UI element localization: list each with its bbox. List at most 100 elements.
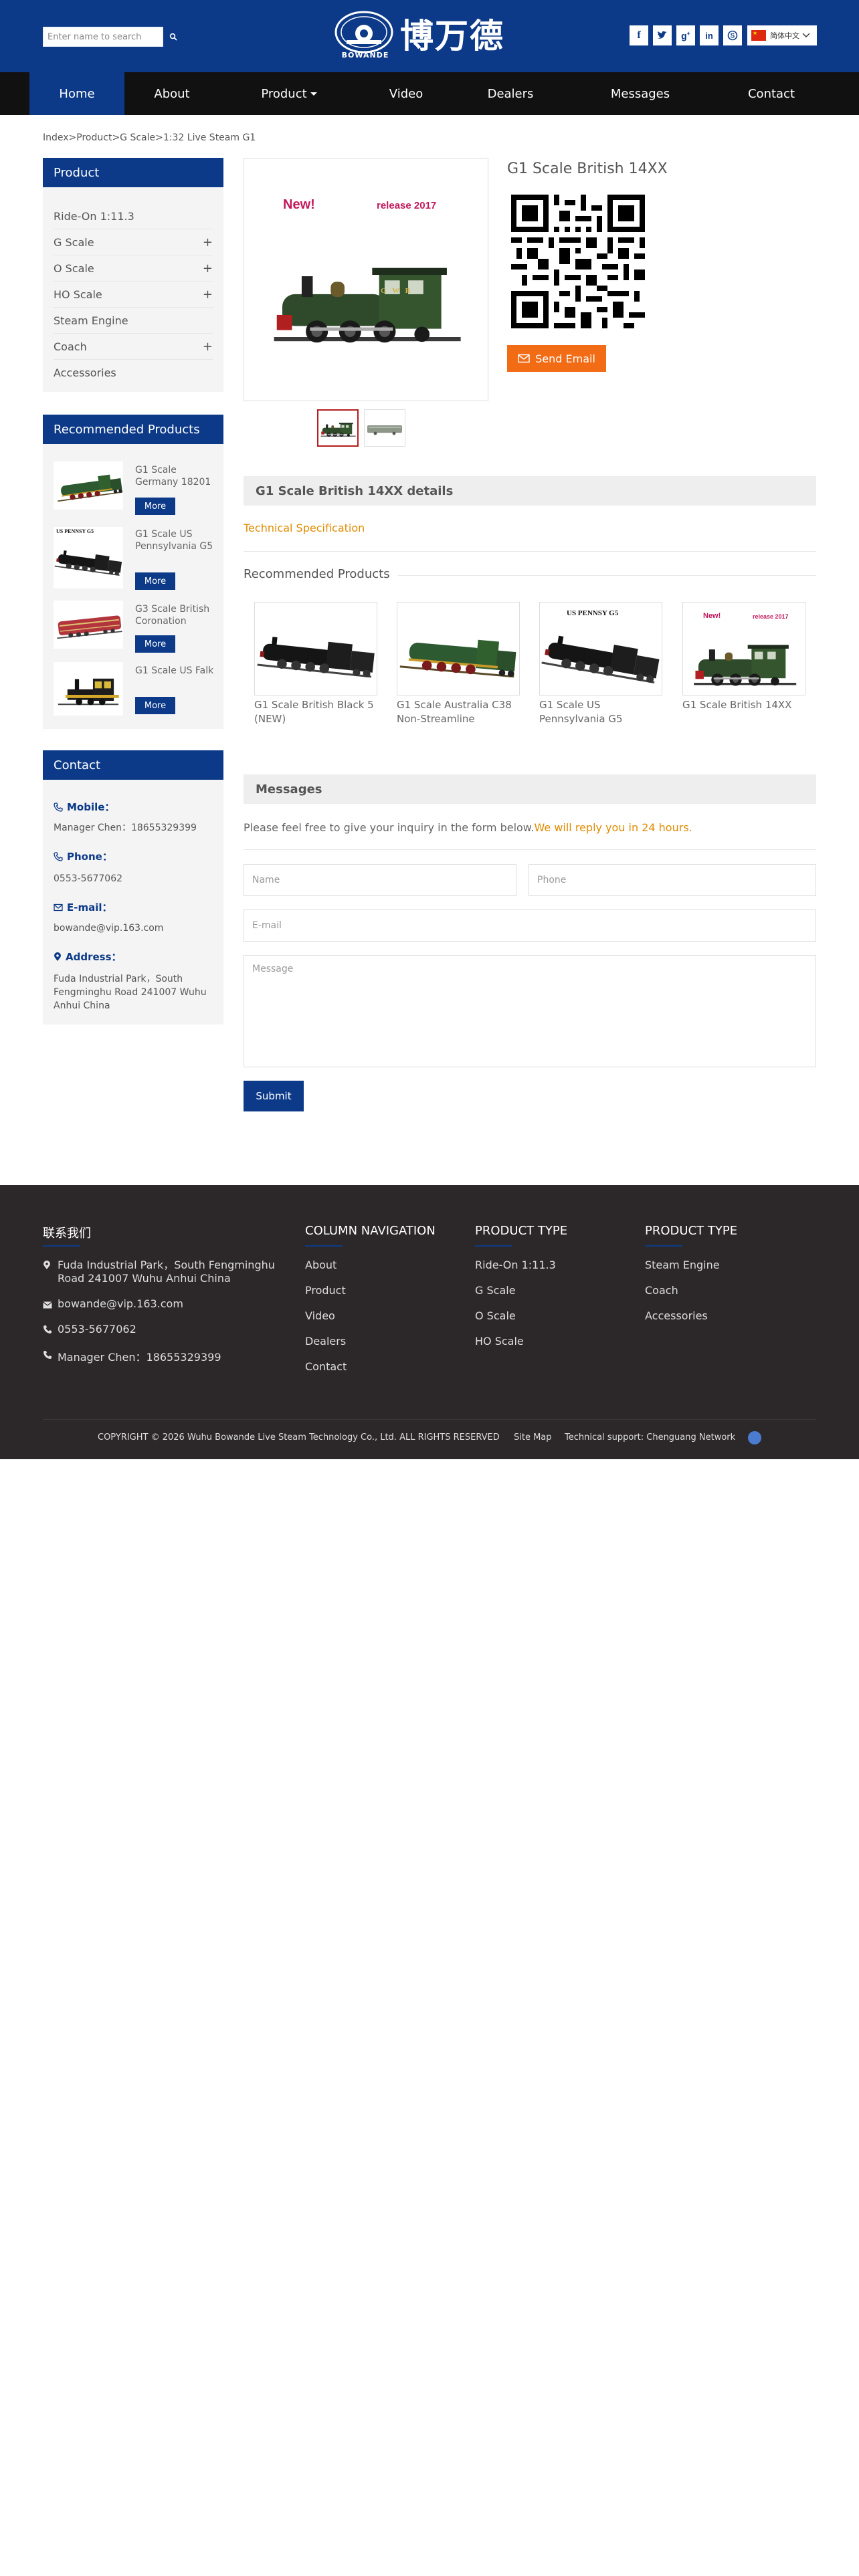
footer-link-product[interactable]: Product	[305, 1284, 346, 1297]
release-badge: release 2017	[753, 613, 789, 620]
footer-link-contact[interactable]: Contact	[305, 1360, 347, 1373]
address-value: Fuda Industrial Park，South Fengminghu Ro…	[54, 974, 207, 1011]
product-main-image[interactable]: New! release 2017 G W R	[244, 158, 488, 401]
recommended-product-title[interactable]: G1 Scale US Pennsylvania G5	[539, 698, 666, 726]
product-thumbnail[interactable]	[317, 409, 359, 447]
nav-item-video[interactable]: Video	[359, 72, 454, 115]
facebook-link[interactable]: f	[630, 25, 648, 45]
search-button[interactable]	[165, 27, 182, 47]
footer-link-ride-on[interactable]: Ride-On 1:11.3	[475, 1259, 556, 1271]
twitter-link[interactable]	[653, 25, 672, 45]
contact-sidebar-heading: Contact	[43, 750, 223, 780]
logo-chinese-name: 博万德	[400, 16, 504, 56]
more-button[interactable]: More	[135, 635, 175, 653]
category-item-coach[interactable]: Coach +	[54, 334, 213, 360]
expand-plus-icon[interactable]: +	[203, 340, 213, 354]
sitemap-link[interactable]: Site Map	[514, 1432, 552, 1442]
divider	[244, 551, 816, 552]
more-button[interactable]: More	[135, 697, 175, 714]
expand-plus-icon[interactable]: +	[203, 235, 213, 249]
more-button[interactable]: More	[135, 498, 175, 515]
footer-link-video[interactable]: Video	[305, 1309, 335, 1322]
name-field[interactable]	[244, 864, 516, 896]
locomotive-image	[255, 603, 377, 695]
linkedin-link[interactable]: in	[700, 25, 719, 45]
skype-link[interactable]: S	[723, 25, 742, 45]
tech-support-badge-icon[interactable]	[748, 1431, 761, 1444]
recommended-product-image[interactable]	[254, 602, 377, 695]
site-logo[interactable]: BOWANDE 博万德	[333, 9, 514, 63]
footer-link-steam-engine[interactable]: Steam Engine	[645, 1259, 720, 1271]
breadcrumb-link[interactable]: G Scale	[120, 132, 155, 143]
new-badge: New!	[283, 197, 315, 212]
recommended-product-title[interactable]: G1 Scale Australia C38 Non-Streamline	[397, 698, 524, 726]
product-details-heading: G1 Scale British 14XX details	[244, 476, 816, 506]
footer-phone: 0553-5677062	[43, 1323, 136, 1337]
footer-product-type-heading: PRODUCT TYPE	[475, 1224, 568, 1238]
nav-item-about[interactable]: About	[124, 72, 219, 115]
breadcrumb-link[interactable]: 1:32 Live Steam G1	[163, 132, 256, 143]
tech-support-text: Technical support: Chenguang Network	[565, 1432, 736, 1442]
nav-item-product[interactable]: Product	[240, 72, 339, 115]
recommended-product-title[interactable]: G1 Scale Germany 18201	[135, 464, 215, 488]
technical-specification-link[interactable]: Technical Specification	[244, 522, 365, 534]
footer-link-about[interactable]: About	[305, 1259, 337, 1271]
footer-link-ho-scale[interactable]: HO Scale	[475, 1335, 524, 1348]
mobile-value: Manager Chen：18655329399	[54, 823, 197, 833]
footer-link-accessories[interactable]: Accessories	[645, 1309, 708, 1322]
recommended-product-image[interactable]	[54, 601, 123, 649]
email-field[interactable]	[244, 909, 816, 942]
product-thumbnail[interactable]	[364, 409, 405, 447]
category-label: Accessories	[54, 366, 116, 379]
footer-link-dealers[interactable]: Dealers	[305, 1335, 346, 1348]
category-label: HO Scale	[54, 288, 102, 301]
category-item-ride-on[interactable]: Ride-On 1:11.3	[54, 203, 213, 229]
category-label: Coach	[54, 340, 87, 353]
qr-code-image	[511, 194, 645, 329]
expand-plus-icon[interactable]: +	[203, 288, 213, 302]
phone-label: Phone：	[54, 849, 112, 863]
recommended-product-image[interactable]	[397, 602, 520, 695]
send-email-button[interactable]: Send Email	[507, 345, 606, 372]
google-plus-link[interactable]: g+	[676, 25, 695, 45]
recommended-product-image[interactable]: New! release 2017	[682, 602, 805, 695]
footer-address: Fuda Industrial Park，South Fengminghu Ro…	[43, 1259, 290, 1285]
product-category-list: Ride-On 1:11.3 G Scale + O Scale + HO Scal…	[43, 187, 223, 392]
recommended-product-title[interactable]: G3 Scale British Coronation	[135, 603, 215, 627]
more-button[interactable]: More	[135, 572, 175, 590]
submit-button[interactable]: Submit	[244, 1081, 304, 1111]
language-selector[interactable]: ★ 简体中文	[747, 25, 817, 45]
recommended-product-title[interactable]: G1 Scale US Pennsylvania G5	[135, 528, 215, 552]
nav-item-messages[interactable]: Messages	[593, 72, 688, 115]
category-item-g-scale[interactable]: G Scale +	[54, 229, 213, 255]
recommended-product-image[interactable]	[54, 662, 123, 716]
category-item-ho-scale[interactable]: HO Scale +	[54, 282, 213, 308]
recommended-sidebar-heading: Recommended Products	[43, 415, 223, 444]
category-item-o-scale[interactable]: O Scale +	[54, 255, 213, 282]
phone-field[interactable]	[529, 864, 816, 896]
category-item-accessories[interactable]: Accessories	[54, 360, 213, 386]
recommended-product-title[interactable]: G1 Scale British 14XX	[682, 698, 809, 712]
recommended-product-title[interactable]: G1 Scale British Black 5 (NEW)	[254, 698, 381, 726]
copyright-text: COPYRIGHT © 2026 Wuhu Bowande Live Steam…	[98, 1432, 500, 1442]
category-item-steam-engine[interactable]: Steam Engine	[54, 308, 213, 334]
footer-link-o-scale[interactable]: O Scale	[475, 1309, 516, 1322]
expand-plus-icon[interactable]: +	[203, 261, 213, 276]
breadcrumb-link[interactable]: Product	[76, 132, 112, 143]
nav-item-dealers[interactable]: Dealers	[463, 72, 558, 115]
recommended-product-image[interactable]: US PENNSY G5	[54, 527, 123, 588]
footer-link-coach[interactable]: Coach	[645, 1284, 678, 1297]
nav-item-contact[interactable]: Contact	[724, 72, 819, 115]
message-field[interactable]	[244, 955, 816, 1067]
address-label: Address：	[54, 950, 122, 964]
skype-icon: S	[727, 30, 738, 41]
footer-email-text[interactable]: bowande@vip.163.com	[58, 1297, 183, 1310]
footer-link-g-scale[interactable]: G Scale	[475, 1284, 516, 1297]
recommended-product-title[interactable]: G1 Scale US Falk	[135, 665, 215, 677]
release-badge: release 2017	[377, 200, 437, 211]
nav-item-home[interactable]: Home	[29, 72, 124, 115]
recommended-product-image[interactable]	[54, 461, 123, 510]
breadcrumb-link[interactable]: Index	[43, 132, 69, 143]
search-input[interactable]	[43, 27, 163, 47]
recommended-product-image[interactable]: US PENNSY G5	[539, 602, 662, 695]
